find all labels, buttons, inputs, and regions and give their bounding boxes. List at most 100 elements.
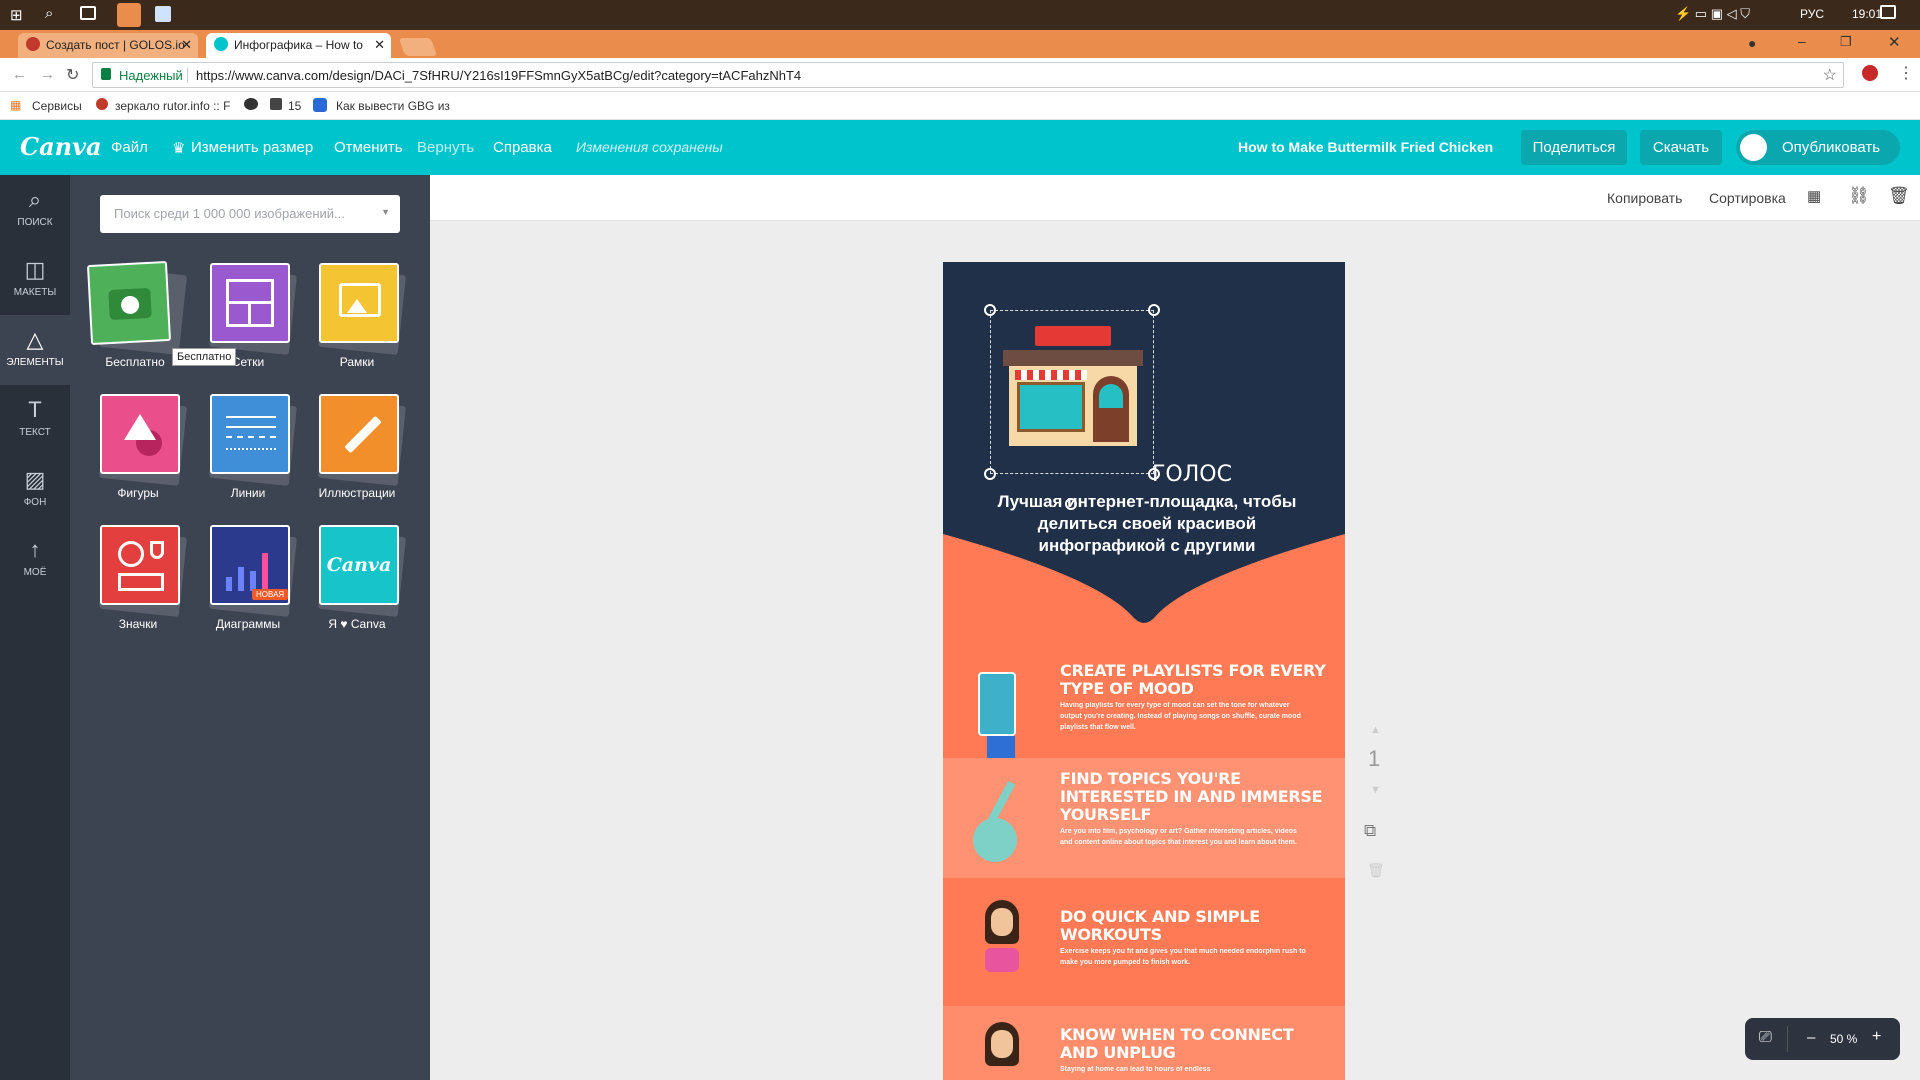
- design-page[interactable]: ГОЛОС Лучшая интернет-площадка, чтобы де…: [943, 262, 1345, 1080]
- link-icon[interactable]: ⛓: [1848, 186, 1870, 206]
- sidebar-item-uploads[interactable]: ↑ МОЁ: [0, 525, 70, 595]
- tile-lines[interactable]: Линии: [193, 394, 303, 514]
- move-down-icon[interactable]: ▼: [1370, 784, 1381, 796]
- omnibox[interactable]: Надежный https://www.canva.com/design/DA…: [92, 62, 1844, 88]
- close-tab-icon[interactable]: ✕: [374, 37, 385, 53]
- language-indicator[interactable]: РУС: [1800, 7, 1824, 21]
- sidebar-item-text[interactable]: T ТЕКСТ: [0, 385, 70, 455]
- delete-page-icon[interactable]: 🗑: [1367, 862, 1385, 879]
- url-text[interactable]: https://www.canva.com/design/DACi_7SfHRU…: [187, 68, 801, 83]
- section-title: DO QUICK AND SIMPLE WORKOUTS: [1060, 907, 1260, 944]
- section-title: FIND TOPICS YOU'RE INTERESTED IN AND IMM…: [1060, 769, 1323, 824]
- header-subtitle[interactable]: Лучшая интернет-площадка, чтобы делиться…: [977, 491, 1317, 557]
- zoom-level[interactable]: 50 %: [1830, 1032, 1857, 1046]
- tile-label: Иллюстрации: [318, 486, 396, 500]
- publish-button[interactable]: Опубликовать: [1736, 130, 1900, 165]
- section-workouts[interactable]: DO QUICK AND SIMPLE WORKOUTS Exercise ke…: [943, 878, 1345, 1000]
- sidebar-item-background[interactable]: ▨ ФОН: [0, 455, 70, 525]
- section-connect[interactable]: KNOW WHEN TO CONNECT AND UNPLUG Staying …: [943, 1006, 1345, 1080]
- transparency-icon[interactable]: ▦: [1807, 187, 1821, 205]
- chevron-down-icon[interactable]: ▼: [381, 207, 390, 217]
- chrome-taskbar-icon[interactable]: [117, 3, 141, 27]
- image-search-input[interactable]: Поиск среди 1 000 000 изображений... ▼: [100, 195, 400, 233]
- lock-icon: [101, 68, 111, 80]
- tray-icons[interactable]: ⚡ ▭ ▣ ◁ ⛉: [1675, 6, 1750, 22]
- tile-frames[interactable]: Рамки: [302, 263, 412, 383]
- sidebar-label: ФОН: [23, 497, 47, 508]
- bookmark-services[interactable]: Сервисы: [32, 99, 82, 113]
- notifications-icon[interactable]: [1880, 5, 1896, 19]
- clock-icon: [100, 525, 180, 605]
- sleeve-icon: [987, 736, 1015, 758]
- tab-title: Создать пост | GOLOS.io: [46, 38, 185, 52]
- zoom-out-button[interactable]: –: [1807, 1029, 1815, 1046]
- design-title[interactable]: How to Make Buttermilk Fried Chicken: [1238, 139, 1493, 155]
- tile-icons[interactable]: Значки: [83, 525, 193, 645]
- bookmark-star-icon[interactable]: ☆: [1823, 65, 1837, 85]
- selection-box[interactable]: [990, 310, 1154, 474]
- section-title: CREATE PLAYLISTS FOR EVERY TYPE OF MOOD: [1060, 661, 1326, 698]
- menu-resize[interactable]: Изменить размер: [191, 139, 313, 156]
- clock[interactable]: 19:01: [1852, 7, 1882, 21]
- back-icon[interactable]: ←: [12, 66, 27, 83]
- tile-i-love-canva[interactable]: Canva Я ♥ Canva: [302, 525, 412, 645]
- share-button[interactable]: Поделиться: [1521, 130, 1627, 165]
- minimize-icon[interactable]: –: [1798, 33, 1806, 49]
- bookmark-favicon-icon: [96, 98, 108, 110]
- arrange-button[interactable]: Сортировка: [1709, 190, 1786, 206]
- sidebar-item-search[interactable]: ⌕ ПОИСК: [0, 175, 70, 245]
- task-view-icon[interactable]: [80, 6, 96, 20]
- window-close-icon[interactable]: ✕: [1888, 33, 1901, 51]
- forward-icon[interactable]: →: [40, 66, 55, 83]
- crown-icon: ♛: [172, 140, 186, 157]
- browser-tab-canva[interactable]: Инфографика – How to ✕: [206, 33, 391, 58]
- present-icon[interactable]: ⎚: [1759, 1029, 1772, 1047]
- section-topics[interactable]: FIND TOPICS YOU'RE INTERESTED IN AND IMM…: [943, 758, 1345, 878]
- browser-tab-golos[interactable]: Создать пост | GOLOS.io ✕: [18, 33, 198, 58]
- search-icon[interactable]: ⌕: [45, 5, 53, 22]
- profile-icon[interactable]: ●: [1748, 35, 1756, 51]
- new-tab-button[interactable]: [398, 38, 438, 56]
- duplicate-page-icon[interactable]: ⧉: [1364, 821, 1376, 841]
- windows-start-icon[interactable]: ⊞: [10, 6, 23, 24]
- menu-undo[interactable]: Отменить: [334, 139, 403, 156]
- bookmark-15[interactable]: 15: [288, 99, 301, 113]
- restore-icon[interactable]: ❐: [1840, 34, 1852, 50]
- bookmark-gbg[interactable]: Как вывести GBG из: [336, 99, 450, 113]
- menu-file[interactable]: Файл: [111, 139, 148, 156]
- apps-grid-icon[interactable]: ▦: [10, 98, 21, 112]
- close-tab-icon[interactable]: ✕: [181, 37, 192, 53]
- resize-handle[interactable]: [1148, 304, 1160, 316]
- section-body: Staying at home can lead to hours of end…: [1060, 1066, 1211, 1073]
- tile-shapes[interactable]: Фигуры: [83, 394, 193, 514]
- publish-label: Опубликовать: [1782, 139, 1881, 156]
- resize-handle[interactable]: [984, 304, 996, 316]
- shapes-icon: [100, 394, 180, 474]
- zoom-in-button[interactable]: +: [1872, 1028, 1881, 1046]
- trash-icon[interactable]: 🗑: [1888, 186, 1910, 206]
- sidebar-label: ЭЛЕМЕНТЫ: [6, 357, 64, 368]
- copy-button[interactable]: Копировать: [1607, 190, 1682, 206]
- sidebar-item-layouts[interactable]: ◫ МАКЕТЫ: [0, 245, 70, 315]
- canva-logo[interactable]: Canva: [20, 132, 102, 161]
- tile-charts[interactable]: НОВАЯ Диаграммы: [193, 525, 303, 645]
- section-playlists[interactable]: CREATE PLAYLISTS FOR EVERY TYPE OF MOOD …: [943, 632, 1345, 758]
- header-title[interactable]: ГОЛОС: [991, 462, 1345, 487]
- toggle-knob: [1740, 134, 1767, 161]
- menu-help[interactable]: Справка: [493, 139, 552, 156]
- sidebar-item-elements[interactable]: △ ЭЛЕМЕНТЫ: [0, 315, 70, 385]
- reload-icon[interactable]: ↻: [66, 65, 79, 85]
- app-taskbar-icon[interactable]: [155, 6, 171, 22]
- bookmark-rutor[interactable]: зеркало rutor.info :: F: [115, 99, 230, 113]
- download-button[interactable]: Скачать: [1640, 130, 1722, 165]
- page-number: 1: [1368, 746, 1381, 771]
- tile-label: Фигуры: [117, 486, 159, 500]
- tile-label: Линии: [230, 486, 266, 500]
- menu-redo[interactable]: Вернуть: [417, 139, 474, 156]
- move-up-icon[interactable]: ▲: [1370, 724, 1381, 736]
- layouts-icon: ◫: [24, 257, 46, 282]
- extension-icon[interactable]: [1862, 65, 1878, 81]
- tooltip: Бесплатно: [172, 348, 237, 366]
- tile-illustrations[interactable]: Иллюстрации: [302, 394, 412, 514]
- browser-menu-icon[interactable]: ⋮: [1898, 63, 1914, 83]
